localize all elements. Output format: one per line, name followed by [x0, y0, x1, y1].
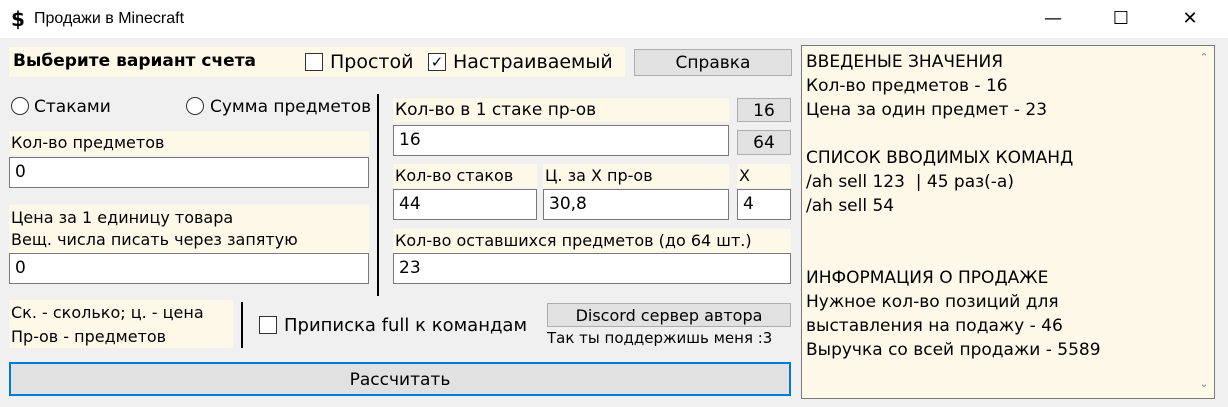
stack-size-input[interactable]: 16: [393, 125, 729, 156]
info-line: СПИСОК ВВОДИМЫХ КОМАНД: [806, 148, 1074, 168]
x-input[interactable]: 4: [737, 189, 791, 220]
help-button[interactable]: Справка: [634, 49, 792, 76]
x-label: X: [739, 166, 750, 185]
simple-checkbox[interactable]: [305, 53, 323, 71]
price-x-label: Ц. за X пр-ов: [545, 166, 653, 185]
price-label-line2: Вещ. числа писать через запятую: [11, 230, 298, 249]
info-scrollbar[interactable]: ⌃ ⌄: [1194, 46, 1214, 398]
full-suffix-checkbox[interactable]: [259, 316, 277, 334]
app-icon: $: [11, 7, 25, 31]
stacks-radio-label[interactable]: Стаками: [34, 96, 111, 118]
window-title: Продажи в Minecraft: [34, 10, 185, 27]
stack-16-button[interactable]: 16: [737, 98, 791, 122]
maximize-button[interactable]: ☐: [1098, 0, 1144, 38]
items-count-label: Кол-во предметов: [11, 133, 165, 152]
stacks-radio[interactable]: [11, 97, 29, 115]
minimize-button[interactable]: —: [1030, 0, 1076, 38]
info-line: [806, 122, 1186, 146]
sum-radio-label[interactable]: Сумма предметов: [210, 96, 371, 118]
info-line: Цена за один предмет - 23: [806, 100, 1048, 120]
price-x-input[interactable]: 30,8: [543, 189, 729, 220]
scroll-down-icon[interactable]: ⌄: [1194, 374, 1214, 394]
legend-line2: Пр-ов - предметов: [11, 327, 167, 346]
info-text: ВВЕДЕНЫЕ ЗНАЧЕНИЯ Кол-во предметов - 16 …: [806, 50, 1186, 362]
info-line: /ah sell 54: [806, 196, 895, 216]
info-line: выставления на подажу - 46: [806, 316, 1063, 336]
account-type-label: Выберите вариант счета: [13, 51, 257, 71]
separator-vertical: [377, 94, 379, 296]
price-label-line1: Цена за 1 единицу товара: [11, 208, 234, 227]
info-line: ВВЕДЕНЫЕ ЗНАЧЕНИЯ: [806, 52, 1004, 72]
price-input[interactable]: 0: [9, 253, 369, 284]
scroll-up-icon[interactable]: ⌃: [1194, 48, 1214, 68]
calculate-button[interactable]: Рассчитать: [9, 362, 791, 396]
info-line: Кол-во предметов - 16: [806, 76, 1008, 96]
info-textbox[interactable]: ВВЕДЕНЫЕ ЗНАЧЕНИЯ Кол-во предметов - 16 …: [801, 45, 1215, 399]
info-line: Выручка со всей продажи - 5589: [806, 340, 1101, 360]
info-line: [806, 218, 1186, 242]
items-count-input[interactable]: 0: [9, 157, 369, 188]
info-line: ИНФОРМАЦИЯ О ПРОДАЖЕ: [806, 268, 1049, 288]
sum-radio[interactable]: [186, 97, 204, 115]
simple-label[interactable]: Простой: [330, 51, 413, 73]
stack-64-button[interactable]: 64: [737, 130, 791, 155]
remaining-label: Кол-во оставшихся предметов (до 64 шт.): [395, 231, 752, 250]
remaining-input[interactable]: 23: [393, 253, 791, 284]
stacks-count-label-text: Кол-во стаков: [395, 166, 514, 185]
close-button[interactable]: ✕: [1167, 0, 1213, 38]
legend-line1: Ск. - сколько; ц. - цена: [11, 303, 204, 322]
separator-legend: [241, 302, 243, 348]
info-line: /ah sell 123 | 45 раз(-а): [806, 172, 1014, 192]
info-line: Нужное кол-во позиций для: [806, 292, 1059, 312]
info-line: [806, 242, 1186, 266]
custom-label[interactable]: Настраиваемый: [453, 51, 613, 73]
full-suffix-label[interactable]: Приписка full к командам: [284, 315, 527, 337]
stack-size-label: Кол-во в 1 стаке пр-ов: [395, 100, 597, 120]
stacks-count-input[interactable]: 44: [393, 189, 537, 220]
custom-checkbox[interactable]: ✓: [428, 53, 446, 71]
discord-button[interactable]: Discord сервер автора: [547, 303, 791, 327]
discord-caption: Так ты поддержишь меня :3: [547, 329, 773, 347]
